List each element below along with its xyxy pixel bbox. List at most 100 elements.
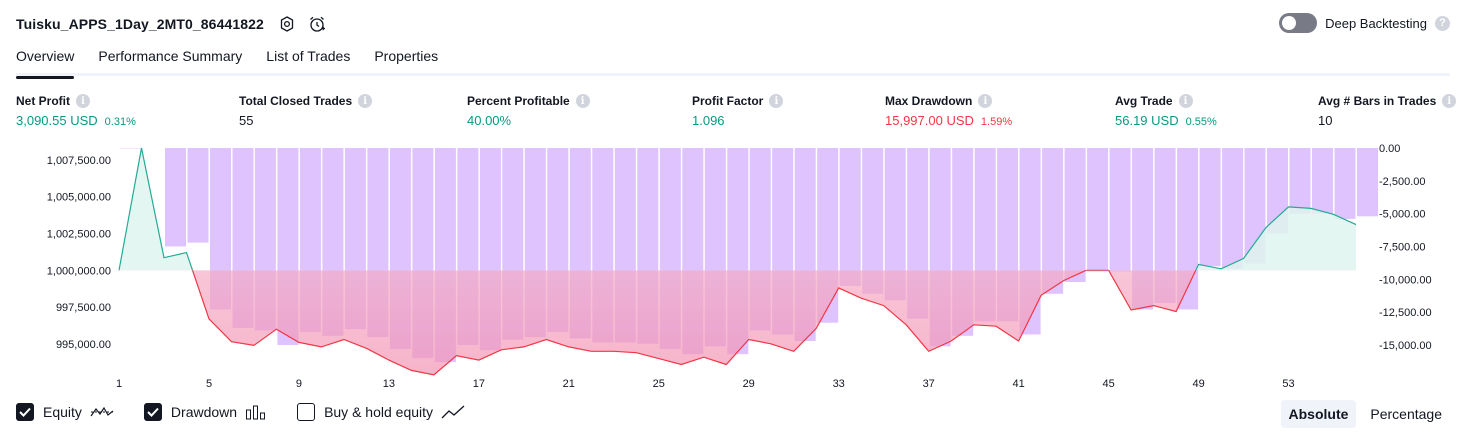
left-axis-tick: 1,000,000.00 [47, 265, 111, 277]
left-axis-tick: 997,500.00 [56, 302, 111, 314]
absolute-button[interactable]: Absolute [1280, 400, 1357, 428]
drawdown-bar [1222, 148, 1244, 269]
metric-label: Max Drawdown [885, 94, 973, 108]
legend-equity-label: Equity [43, 404, 82, 420]
info-icon[interactable]: i [575, 94, 590, 108]
report-tabs: Overview Performance Summary List of Tra… [16, 42, 1450, 79]
metric-label: Net Profit [16, 94, 70, 108]
drawdown-bar [1087, 148, 1109, 272]
right-axis-tick: -2,500.00 [1379, 176, 1425, 188]
x-axis-tick: 29 [743, 378, 755, 390]
legend-buy-hold[interactable]: Buy & hold equity [297, 403, 465, 421]
tab-overview[interactable]: Overview [16, 42, 75, 79]
drawdown-bar [165, 148, 186, 247]
metric-label: Profit Factor [692, 94, 764, 108]
equity-checkbox[interactable] [16, 403, 34, 421]
info-icon[interactable]: i [769, 94, 784, 108]
chart-legend: Equity Drawdown Buy & hold equity [16, 403, 495, 421]
drawdown-bar [1357, 148, 1378, 217]
metric-percent: 0.31% [104, 116, 136, 128]
buy-hold-checkbox[interactable] [297, 403, 316, 421]
left-axis-tick: 995,000.00 [56, 339, 111, 351]
right-axis-tick: -12,500.00 [1379, 307, 1432, 319]
legend-buy-hold-label: Buy & hold equity [324, 404, 434, 420]
metric-label: Avg Trade [1115, 94, 1173, 108]
metric-value: 40.00% [467, 113, 512, 128]
x-axis-tick: 45 [1102, 378, 1114, 390]
drawdown-bar [1289, 148, 1311, 214]
info-icon[interactable]: i [1442, 94, 1457, 108]
drawdown-bar [1334, 148, 1356, 219]
x-axis-tick: 17 [473, 378, 485, 390]
x-axis-tick: 33 [833, 378, 845, 390]
equity-drawdown-chart[interactable]: 1,007,500.00 1,005,000.00 1,002,500.00 1,00… [0, 140, 1466, 395]
x-axis-tick: 53 [1282, 378, 1294, 390]
metric-value: 10 [1318, 113, 1333, 128]
drawdown-bar [1064, 148, 1086, 282]
drawdown-bars-icon [245, 404, 267, 420]
metric-value: 3,090.55 USD [16, 113, 98, 128]
metric-percent: 1.59% [980, 116, 1013, 128]
left-axis-tick: 1,002,500.00 [47, 228, 111, 240]
x-axis-tick: 37 [923, 378, 935, 390]
metric-value: 55 [239, 113, 254, 128]
legend-drawdown[interactable]: Drawdown [143, 403, 267, 421]
metric-percent-profitable: Percent Profitable i 40.00% [467, 92, 590, 131]
x-axis-tick: 49 [1192, 378, 1204, 390]
metric-net-profit: Net Profit i 3,090.55 USD 0.31% [16, 92, 136, 131]
right-axis-tick: -7,500.00 [1379, 242, 1425, 254]
info-icon[interactable]: i [358, 94, 373, 108]
deep-backtesting-toggle[interactable] [1279, 13, 1318, 33]
right-drawdown-axis: 0.00 -2,500.00 -5,000.00 -7,500.00 -10,000.0… [1379, 143, 1432, 352]
drawdown-checkbox[interactable] [143, 403, 162, 421]
deep-backtesting-control: Deep Backtesting ? [1279, 13, 1450, 33]
metric-total-closed-trades: Total Closed Trades i 55 [239, 92, 373, 131]
metric-label: Percent Profitable [467, 94, 570, 108]
percentage-button[interactable]: Percentage [1362, 400, 1450, 428]
metric-label: Total Closed Trades [239, 94, 353, 108]
info-icon[interactable]: i [1178, 94, 1193, 108]
left-axis-tick: 1,005,000.00 [47, 192, 111, 204]
drawdown-bar [187, 148, 209, 243]
drawdown-bar [839, 148, 861, 286]
metric-value: 15,997.00 USD [885, 113, 974, 128]
drawdown-bar [1199, 148, 1221, 267]
add-alert-icon[interactable] [306, 13, 328, 35]
info-icon[interactable]: i [978, 94, 993, 108]
strategy-header: Tuisku_APPS_1Day_2MT0_86441822 [16, 12, 328, 36]
drawdown-bar [1109, 148, 1131, 272]
deep-backtesting-label: Deep Backtesting [1325, 15, 1427, 31]
x-axis-tick: 5 [206, 378, 212, 390]
x-axis-tick: 9 [296, 378, 302, 390]
strategy-title: Tuisku_APPS_1Day_2MT0_86441822 [16, 16, 264, 32]
x-axis-tick: 25 [653, 378, 665, 390]
right-axis-tick: -5,000.00 [1379, 209, 1425, 221]
metric-label: Avg # Bars in Trades [1318, 94, 1437, 108]
equity-line-icon [90, 404, 114, 420]
right-axis-tick: -10,000.00 [1379, 274, 1432, 286]
metric-value: 56.19 USD [1115, 113, 1179, 128]
right-axis-tick: 0.00 [1379, 143, 1400, 155]
metric-max-drawdown: Max Drawdown i 15,997.00 USD 1.59% [885, 92, 1012, 131]
x-axis-tick: 21 [563, 378, 575, 390]
x-axis-tick: 13 [383, 378, 395, 390]
buy-hold-line-icon [441, 404, 465, 420]
help-icon[interactable]: ? [1435, 15, 1450, 31]
tab-properties[interactable]: Properties [374, 42, 438, 76]
settings-icon[interactable] [276, 13, 298, 35]
info-icon[interactable]: i [76, 94, 90, 108]
tab-list-of-trades[interactable]: List of Trades [266, 42, 350, 76]
scale-mode-switch: Absolute Percentage [1280, 400, 1451, 428]
trade-number-axis: 1 5 9 13 17 21 25 29 33 37 41 45 49 53 [116, 378, 1295, 390]
metric-percent: 0.55% [1185, 116, 1217, 128]
right-axis-tick: -15,000.00 [1379, 340, 1432, 352]
tab-performance-summary[interactable]: Performance Summary [98, 42, 242, 76]
metric-avg-bars: Avg # Bars in Trades i 10 [1318, 92, 1457, 131]
x-axis-tick: 1 [116, 378, 122, 390]
x-axis-tick: 41 [1012, 378, 1024, 390]
left-axis-tick: 1,007,500.00 [47, 155, 111, 167]
metric-profit-factor: Profit Factor i 1.096 [692, 92, 784, 131]
left-price-axis: 1,007,500.00 1,005,000.00 1,002,500.00 1,00… [47, 155, 111, 351]
legend-equity[interactable]: Equity [16, 403, 114, 421]
metric-avg-trade: Avg Trade i 56.19 USD 0.55% [1115, 92, 1217, 131]
